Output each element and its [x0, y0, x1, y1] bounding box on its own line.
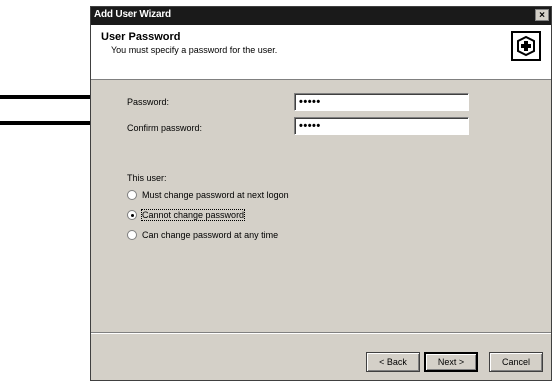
password-field[interactable]: ••••• [294, 93, 469, 111]
title-bar: Add User Wizard × [91, 7, 551, 25]
radio-label: Cannot change password [140, 209, 246, 221]
this-user-label: This user: [127, 173, 167, 183]
radio-button[interactable] [127, 210, 137, 220]
confirm-password-field[interactable]: ••••• [294, 117, 469, 135]
page-title: User Password [101, 31, 181, 43]
cancel-button[interactable]: Cancel [489, 352, 543, 372]
footer-divider [91, 332, 551, 334]
next-button[interactable]: Next > [424, 352, 478, 372]
wizard-key-icon [511, 31, 541, 61]
radio-label: Can change password at any time [142, 230, 279, 240]
wizard-header: User Password You must specify a passwor… [91, 25, 551, 80]
radio-label: Must change password at next logon [142, 190, 289, 200]
add-user-wizard-dialog: Add User Wizard × User Password You must… [90, 6, 552, 381]
password-label: Password: [127, 97, 170, 107]
page-subtitle: You must specify a password for the user… [111, 45, 278, 55]
window-title: Add User Wizard [94, 9, 171, 20]
back-button[interactable]: < Back [366, 352, 420, 372]
radio-button[interactable] [127, 230, 137, 240]
close-button[interactable]: × [535, 9, 549, 21]
confirm-password-label: Confirm password: [127, 123, 203, 133]
radio-button[interactable] [127, 190, 137, 200]
